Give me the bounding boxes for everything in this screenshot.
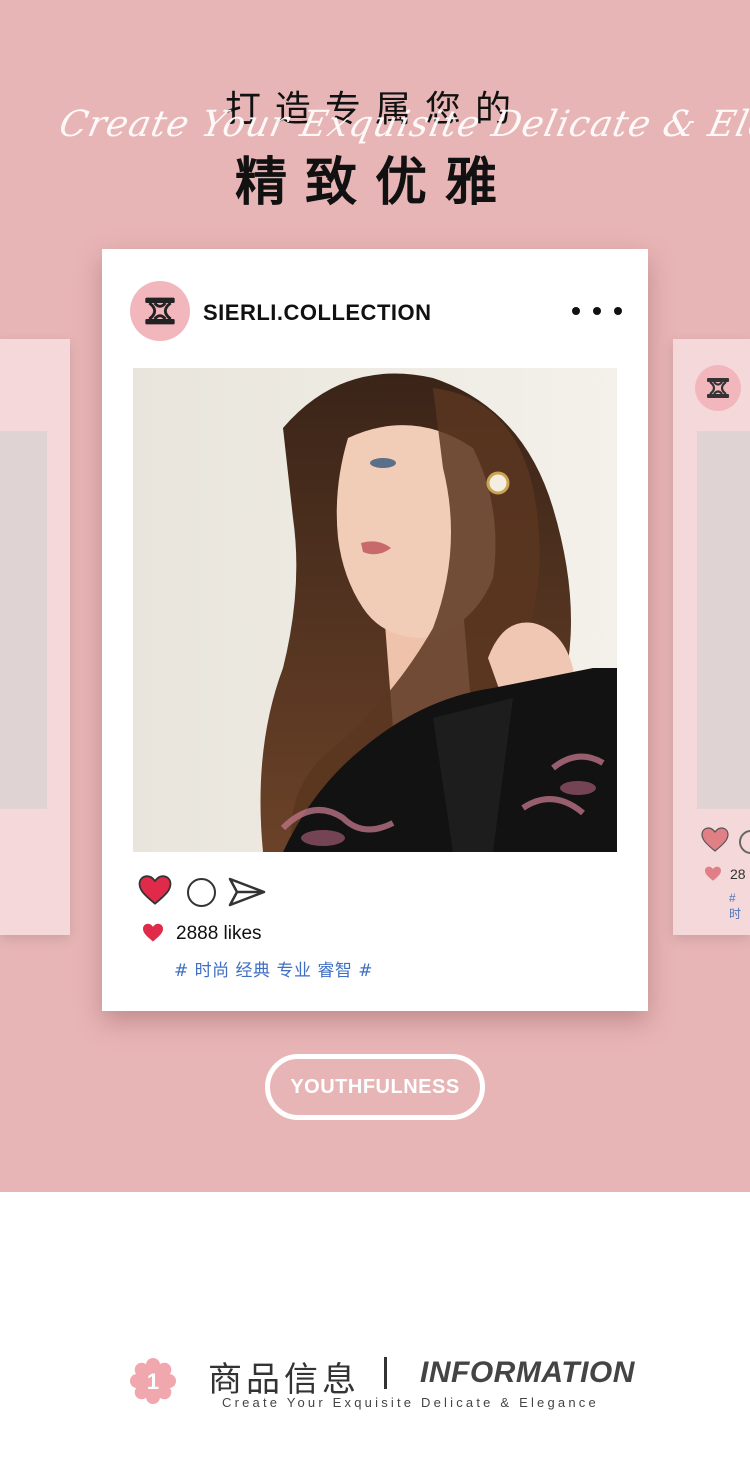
info-subtitle: Create Your Exquisite Delicate & Eleganc… <box>222 1395 599 1410</box>
info-title-cn: 商品信息 <box>208 1360 360 1400</box>
side-likes-count: 28 <box>730 866 746 882</box>
brand-logo-icon <box>145 297 175 325</box>
info-number: 1 <box>147 1369 159 1394</box>
hashtags[interactable]: # 时尚 经典 专业 睿智 # <box>174 956 373 981</box>
hero-title-line2: 精致优雅 <box>234 153 515 213</box>
hero-section: 打造专属您的 Create Your Exquisite Delicate & … <box>0 0 750 1192</box>
side-tags: # 时 <box>729 891 742 921</box>
side-post-card-left[interactable] <box>0 339 70 935</box>
username[interactable]: SIERLI.COLLECTION <box>203 300 432 326</box>
youthfulness-badge: YOUTHFULNESS <box>265 1054 485 1120</box>
side-post-image-placeholder <box>697 431 750 809</box>
send-icon[interactable] <box>228 876 266 908</box>
flower-badge-icon: 1 <box>130 1358 176 1404</box>
heart-outline-icon[interactable] <box>701 827 729 853</box>
likes-heart-icon <box>143 923 163 942</box>
youthfulness-label: YOUTHFULNESS <box>290 1075 460 1098</box>
post-photo[interactable] <box>133 368 617 852</box>
side-post-image-placeholder <box>0 431 47 809</box>
like-heart-icon <box>705 866 721 881</box>
info-divider <box>384 1357 387 1389</box>
side-post-card-right[interactable]: 28 # 时 <box>673 339 750 935</box>
comment-icon[interactable] <box>187 878 216 907</box>
hero-script-text: Create Your Exquisite Delicate & Eleganc… <box>55 104 750 145</box>
info-title-en: INFORMATION <box>420 1356 635 1389</box>
post-card: SIERLI.COLLECTION 2888 likes # 时尚 经典 专业 … <box>102 249 648 1011</box>
like-heart-icon[interactable] <box>138 875 172 906</box>
comment-icon[interactable] <box>739 830 750 854</box>
brand-logo-icon <box>695 365 741 411</box>
avatar[interactable] <box>130 281 190 341</box>
more-options-icon[interactable] <box>572 301 622 321</box>
likes-count: 2888 likes <box>176 923 262 944</box>
